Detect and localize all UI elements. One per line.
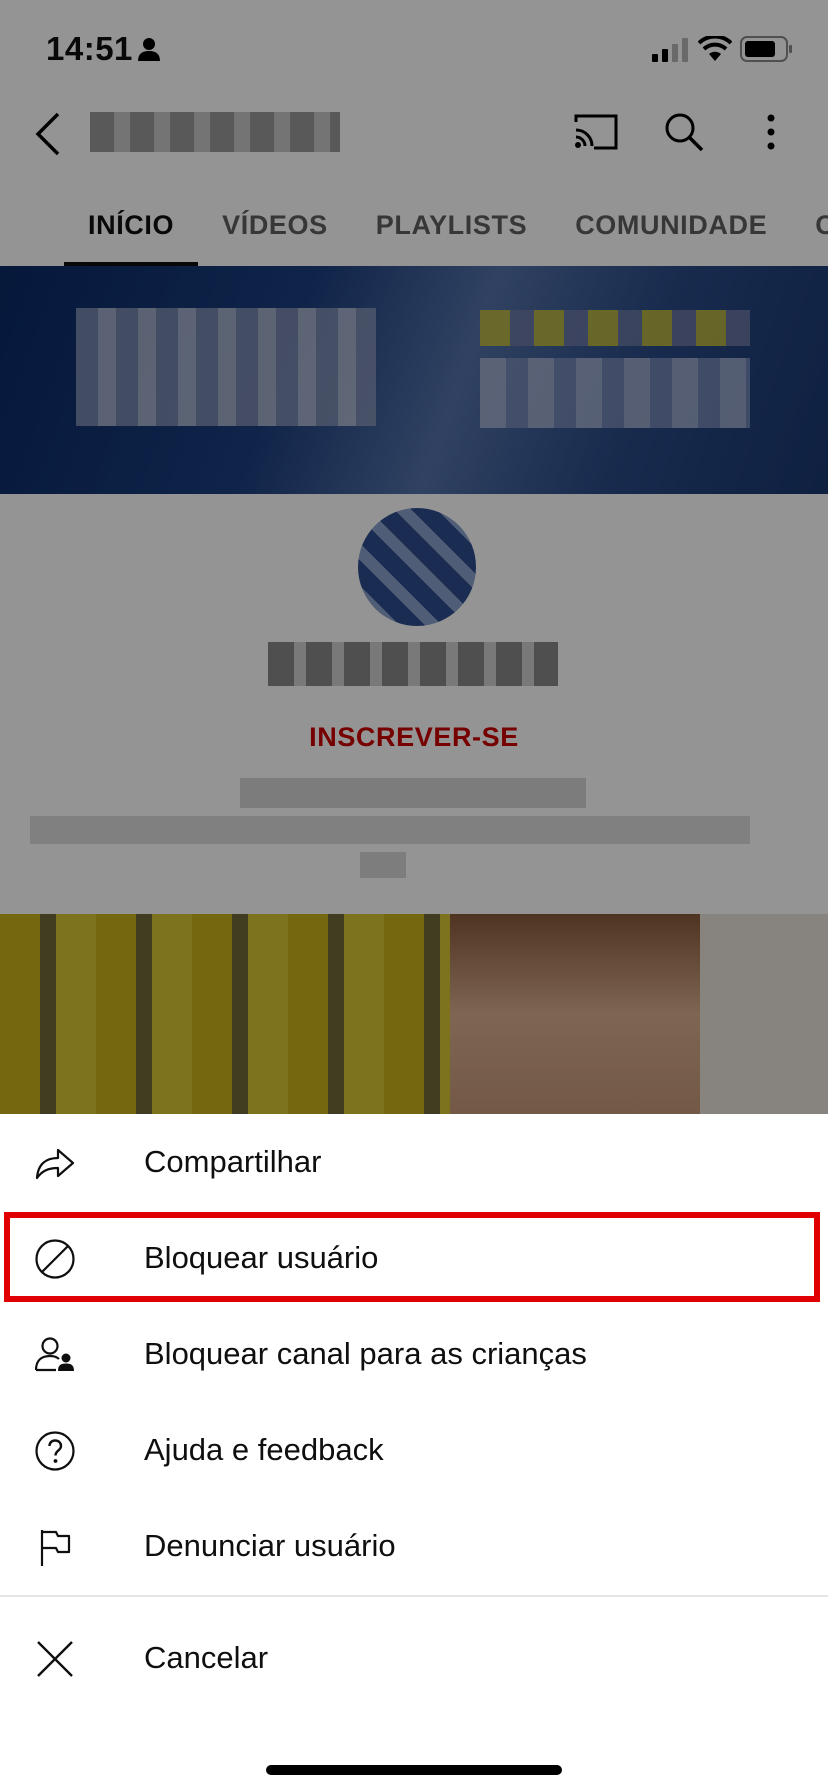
sheet-backdrop[interactable] [0,0,828,1114]
cancel-button[interactable]: Cancelar [0,1610,828,1706]
help-icon [35,1431,75,1471]
highlight-box [4,1212,820,1302]
menu-item-label: Bloquear canal para as crianças [144,1336,587,1371]
menu-item-label: Denunciar usuário [144,1528,396,1563]
menu-item-label: Compartilhar [144,1144,322,1179]
menu-item-report-user[interactable]: Denunciar usuário [0,1498,828,1594]
flag-icon [40,1530,71,1566]
menu-item-block-for-kids[interactable]: Bloquear canal para as crianças [0,1306,828,1402]
sheet-divider [0,1595,828,1597]
menu-item-help-feedback[interactable]: Ajuda e feedback [0,1402,828,1498]
action-sheet: Compartilhar Bloquear usuário Bloquear c… [0,1114,828,1792]
close-icon [37,1641,73,1677]
home-indicator[interactable] [266,1765,562,1775]
menu-item-label: Ajuda e feedback [144,1432,384,1467]
share-icon [35,1148,75,1180]
cancel-label: Cancelar [144,1640,269,1675]
menu-item-share[interactable]: Compartilhar [0,1114,828,1210]
block-for-kids-icon [34,1337,74,1372]
